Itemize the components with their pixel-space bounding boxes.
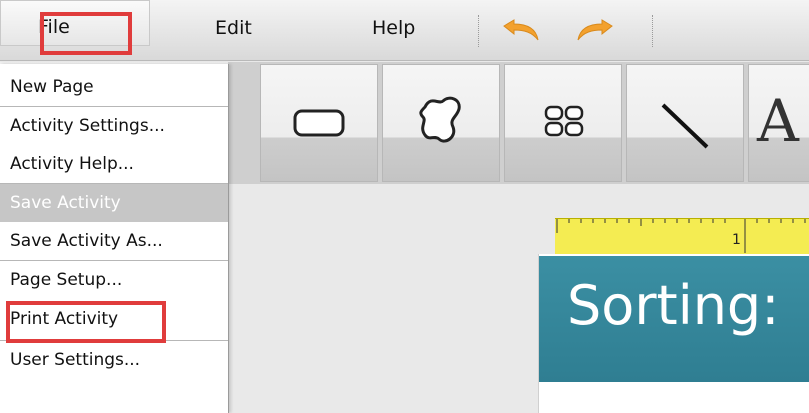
print-activity-highlight — [6, 301, 166, 343]
menu-item-save-activity-as[interactable]: Save Activity As... — [0, 222, 228, 260]
menu-item-activity-settings[interactable]: Activity Settings... — [0, 107, 228, 145]
text-icon: A — [757, 87, 799, 155]
freeform-tool-button[interactable] — [382, 64, 500, 182]
menubar-separator — [652, 15, 653, 47]
rectangle-tool-button[interactable] — [260, 64, 378, 182]
tool-palette: A — [228, 62, 809, 184]
menu-bar: File Edit Help — [0, 0, 809, 61]
menu-item-user-settings[interactable]: User Settings... — [0, 341, 228, 379]
freeform-shape-icon — [419, 96, 461, 143]
text-tool-button[interactable]: A — [748, 64, 809, 182]
menu-item-page-setup[interactable]: Page Setup... — [0, 261, 228, 299]
grid-icon — [544, 105, 584, 137]
menubar-separator — [478, 15, 479, 47]
line-tool-button[interactable] — [626, 64, 744, 182]
file-menu-dropdown: New Page Activity Settings... Activity H… — [0, 64, 229, 413]
menu-item-activity-help[interactable]: Activity Help... — [0, 145, 228, 183]
ruler-ticks — [556, 219, 806, 253]
line-icon — [661, 103, 709, 149]
redo-icon[interactable] — [574, 18, 616, 48]
horizontal-ruler: 1 — [555, 218, 809, 255]
ruler-mark: 1 — [732, 232, 741, 248]
canvas-page[interactable]: Sorting: — [538, 254, 809, 413]
undo-icon[interactable] — [500, 18, 542, 48]
banner-title: Sorting: — [567, 274, 780, 337]
grid-tool-button[interactable] — [504, 64, 622, 182]
edit-menu-button[interactable]: Edit — [215, 17, 252, 39]
rounded-rectangle-icon — [293, 109, 345, 137]
title-banner[interactable]: Sorting: — [539, 256, 809, 382]
menu-item-new-page[interactable]: New Page — [0, 68, 228, 106]
help-menu-button[interactable]: Help — [372, 17, 415, 39]
menu-item-save-activity: Save Activity — [0, 184, 228, 222]
file-menu-highlight — [40, 12, 132, 55]
